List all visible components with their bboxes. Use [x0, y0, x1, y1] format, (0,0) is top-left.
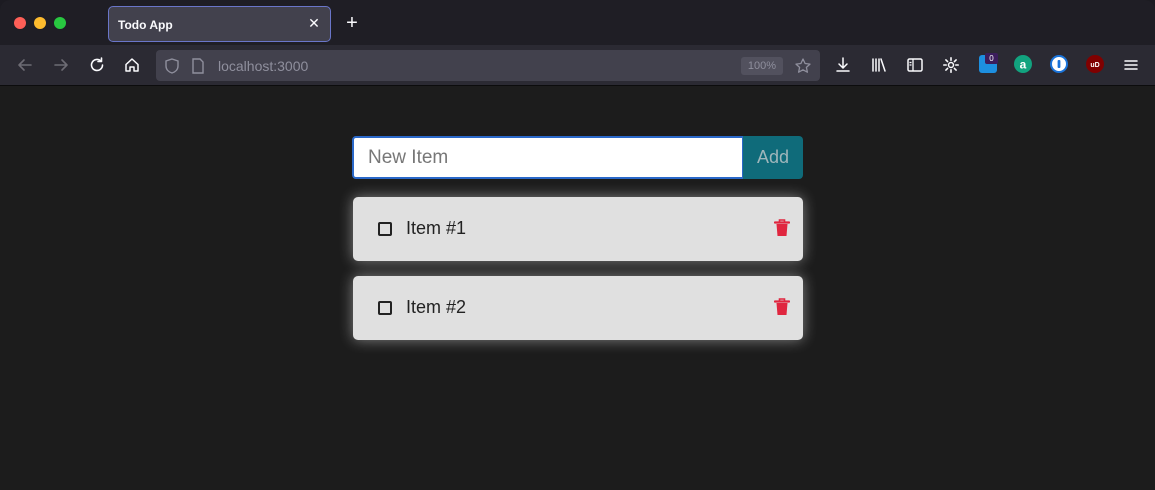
item-checkbox[interactable] — [378, 301, 392, 315]
ublock-icon[interactable]: uD — [1086, 55, 1104, 73]
a-extension-icon[interactable]: a — [1014, 55, 1032, 73]
tab-todo-app[interactable]: Todo App ✕ — [108, 6, 331, 42]
reload-icon[interactable] — [87, 55, 107, 75]
shield-icon[interactable] — [162, 56, 182, 76]
back-icon[interactable] — [15, 55, 35, 75]
svg-text:uD: uD — [1090, 62, 1099, 69]
trash-icon[interactable] — [773, 298, 791, 316]
minimize-window-button[interactable] — [34, 17, 46, 29]
browser-window: Todo App ✕ + localhost:3000 100% 0 a uD … — [0, 0, 1155, 490]
zoom-level[interactable]: 100% — [741, 57, 783, 75]
tab-title: Todo App — [118, 18, 173, 32]
bookmark-star-icon[interactable] — [793, 56, 813, 76]
item-name: Item #1 — [406, 218, 467, 238]
close-window-button[interactable] — [14, 17, 26, 29]
download-icon[interactable] — [833, 55, 853, 75]
forward-icon[interactable] — [51, 55, 71, 75]
list-item: Item #1 — [353, 197, 803, 261]
page-content: Add Item #1 Item #2 — [0, 86, 1155, 490]
settings-gear-icon[interactable] — [941, 55, 961, 75]
page-icon — [188, 56, 208, 76]
password-manager-icon[interactable] — [1050, 55, 1068, 73]
new-tab-button[interactable]: + — [342, 13, 362, 33]
extension-badge: 0 — [985, 53, 998, 64]
sidebar-icon[interactable] — [905, 55, 925, 75]
item-checkbox[interactable] — [378, 222, 392, 236]
home-icon[interactable] — [122, 55, 142, 75]
new-item-input[interactable] — [352, 136, 744, 179]
item-name: Item #2 — [406, 297, 467, 317]
url-text[interactable]: localhost:3000 — [218, 58, 308, 74]
list-item: Item #2 — [353, 276, 803, 340]
add-button[interactable]: Add — [743, 136, 803, 179]
svg-text:a: a — [1020, 58, 1027, 72]
navigation-toolbar: localhost:3000 100% 0 a uD — [0, 45, 1155, 86]
address-bar[interactable]: localhost:3000 100% — [156, 50, 820, 81]
tab-close-icon[interactable]: ✕ — [306, 15, 322, 31]
menu-icon[interactable] — [1121, 55, 1141, 75]
tab-strip: Todo App ✕ + — [0, 0, 1155, 45]
library-icon[interactable] — [869, 55, 889, 75]
maximize-window-button[interactable] — [54, 17, 66, 29]
trash-icon[interactable] — [773, 219, 791, 237]
